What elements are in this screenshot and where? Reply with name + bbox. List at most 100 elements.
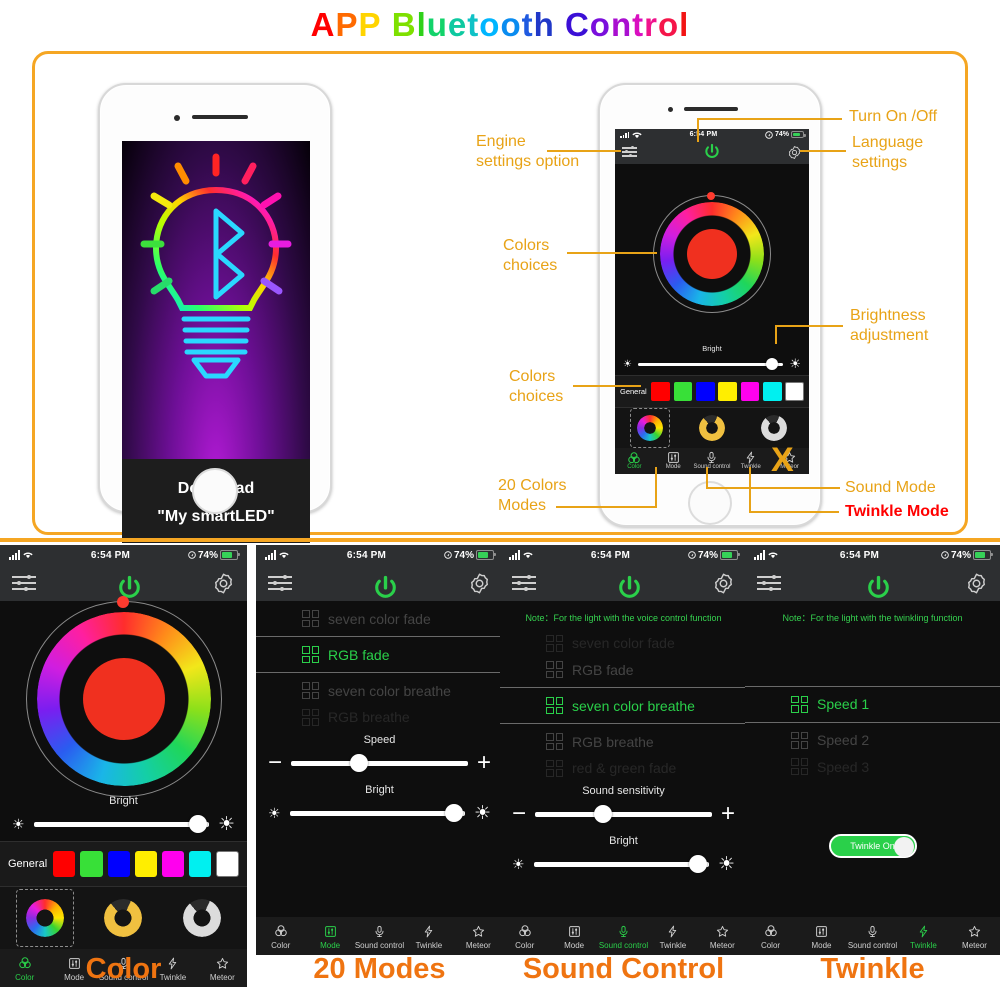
speed-slider-thumb[interactable] [350, 753, 369, 772]
tab-color[interactable]: Color [500, 922, 549, 951]
twinkle-toggle[interactable]: Twinkle On [828, 834, 917, 859]
color-swatch-5[interactable] [189, 851, 212, 877]
speed-slider-track[interactable] [535, 804, 712, 823]
tab-meteor[interactable]: Meteor [949, 922, 1000, 951]
general-label: General [8, 858, 48, 870]
color-swatch-3[interactable] [718, 382, 737, 401]
title-letter: l [416, 6, 427, 43]
mode-list-item[interactable]: seven color breathe [256, 673, 503, 708]
tab-mode[interactable]: Mode [654, 451, 693, 471]
tab-sound-control[interactable]: Sound control [693, 451, 732, 471]
cool-white-ring-preset[interactable] [182, 899, 221, 937]
rainbow-ring-preset[interactable] [26, 899, 65, 937]
mode-list-item[interactable]: Speed 1 [745, 685, 1000, 723]
brightness-slider-thumb[interactable] [688, 854, 707, 873]
mode-list-item[interactable]: seven color fade [256, 601, 503, 636]
speed-slider-thumb[interactable] [594, 804, 613, 823]
tab-mode[interactable]: Mode [796, 922, 847, 951]
warm-white-ring-preset[interactable] [699, 415, 725, 441]
brightness-slider-track[interactable] [533, 854, 709, 873]
increase-icon[interactable]: + [721, 802, 735, 826]
mode-label: Speed 1 [817, 696, 870, 712]
screenshot-gallery: 6:54 PM 74% Bright ☀ ☀ General Color Mod… [0, 545, 1000, 1000]
warm-white-ring-preset[interactable] [104, 899, 143, 937]
brightness-slider-track[interactable] [637, 357, 784, 370]
equalizer-settings-icon[interactable] [12, 574, 36, 592]
power-button-icon[interactable] [702, 142, 722, 162]
equalizer-settings-icon[interactable] [268, 574, 292, 592]
rainbow-ring-preset[interactable] [637, 415, 663, 441]
gear-settings-icon[interactable] [468, 572, 491, 595]
tab-meteor[interactable]: Meteor [698, 922, 747, 951]
brightness-slider-thumb[interactable] [765, 357, 778, 370]
decrease-icon[interactable]: − [268, 751, 282, 775]
mode-list-item[interactable]: Speed 3 [745, 758, 1000, 776]
mode-list-item[interactable]: RGB breathe [256, 708, 503, 726]
color-swatch-1[interactable] [80, 851, 103, 877]
color-wheel[interactable] [653, 191, 771, 313]
power-button-icon[interactable] [370, 573, 396, 598]
mode-list-item[interactable]: seven color fade [500, 634, 747, 652]
increase-icon[interactable]: + [477, 751, 491, 775]
speed-slider-wrap: Sound sensitivity − + [500, 785, 747, 831]
tab-sound-control[interactable]: Sound control [599, 922, 648, 951]
speed-slider-track[interactable] [291, 753, 468, 772]
status-time: 6:54 PM [346, 549, 387, 561]
color-swatch-6[interactable] [785, 382, 804, 401]
mode-list-item[interactable]: red & green fade [500, 759, 747, 777]
color-swatch-4[interactable] [162, 851, 185, 877]
color-swatch-2[interactable] [107, 851, 130, 877]
brightness-slider-thumb[interactable] [188, 814, 207, 833]
color-swatch-0[interactable] [651, 382, 671, 401]
home-button[interactable] [192, 468, 238, 514]
cool-white-ring-preset[interactable] [761, 415, 787, 441]
gear-settings-icon[interactable] [965, 572, 988, 595]
toggle-thumb[interactable] [893, 837, 914, 858]
equalizer-settings-icon[interactable] [622, 146, 637, 158]
tab-sound-control[interactable]: Sound control [847, 922, 898, 951]
tab-mode[interactable]: Mode [549, 922, 598, 951]
power-button-icon[interactable] [614, 573, 640, 598]
mode-list-item[interactable]: Speed 2 [745, 723, 1000, 758]
tab-color[interactable]: Color [615, 451, 654, 471]
color-swatch-6[interactable] [216, 851, 239, 877]
power-button-icon[interactable] [863, 573, 889, 598]
tab-label: Twinkle [910, 940, 937, 950]
tab-meteor[interactable]: Meteor [454, 922, 503, 951]
lightning-bolt-icon [648, 922, 697, 941]
mode-list-item[interactable]: RGB fade [256, 636, 503, 673]
brightness-slider-thumb[interactable] [444, 803, 463, 822]
color-swatch-1[interactable] [673, 382, 693, 401]
color-wheel-knob[interactable] [707, 191, 715, 200]
mode-list-item[interactable]: RGB breathe [500, 724, 747, 759]
tab-twinkle[interactable]: Twinkle [648, 922, 697, 951]
leader-line-turn-on-off-v [697, 118, 699, 142]
decrease-icon[interactable]: − [512, 802, 526, 826]
speed-slider-label: Sound sensitivity [582, 785, 665, 797]
color-swatch-0[interactable] [53, 851, 76, 877]
power-button-icon[interactable] [114, 573, 140, 598]
annotation-colors-choices-1: Colors choices [503, 237, 558, 274]
gear-settings-icon[interactable] [787, 145, 802, 160]
color-swatch-4[interactable] [740, 382, 760, 401]
signal-bars-icon [754, 550, 765, 560]
brightness-slider-track[interactable] [289, 803, 465, 822]
color-swatch-3[interactable] [134, 851, 158, 877]
tab-color[interactable]: Color [256, 922, 305, 951]
tab-sound-control[interactable]: Sound control [355, 922, 404, 951]
brightness-slider-track[interactable] [33, 814, 209, 833]
equalizer-settings-icon[interactable] [757, 574, 781, 592]
gear-settings-icon[interactable] [712, 572, 735, 595]
mode-list-item[interactable]: seven color breathe [500, 687, 747, 724]
color-wheel[interactable] [25, 596, 222, 797]
color-wheel-knob[interactable] [116, 596, 129, 608]
tab-color[interactable]: Color [745, 922, 796, 951]
color-swatch-5[interactable] [762, 382, 782, 401]
color-swatch-2[interactable] [695, 382, 715, 401]
tab-twinkle[interactable]: Twinkle [898, 922, 949, 951]
tab-mode[interactable]: Mode [305, 922, 354, 951]
gear-settings-icon[interactable] [212, 572, 235, 595]
tab-twinkle[interactable]: Twinkle [404, 922, 453, 951]
mode-list-item[interactable]: RGB fade [500, 652, 747, 687]
equalizer-settings-icon[interactable] [512, 574, 536, 592]
